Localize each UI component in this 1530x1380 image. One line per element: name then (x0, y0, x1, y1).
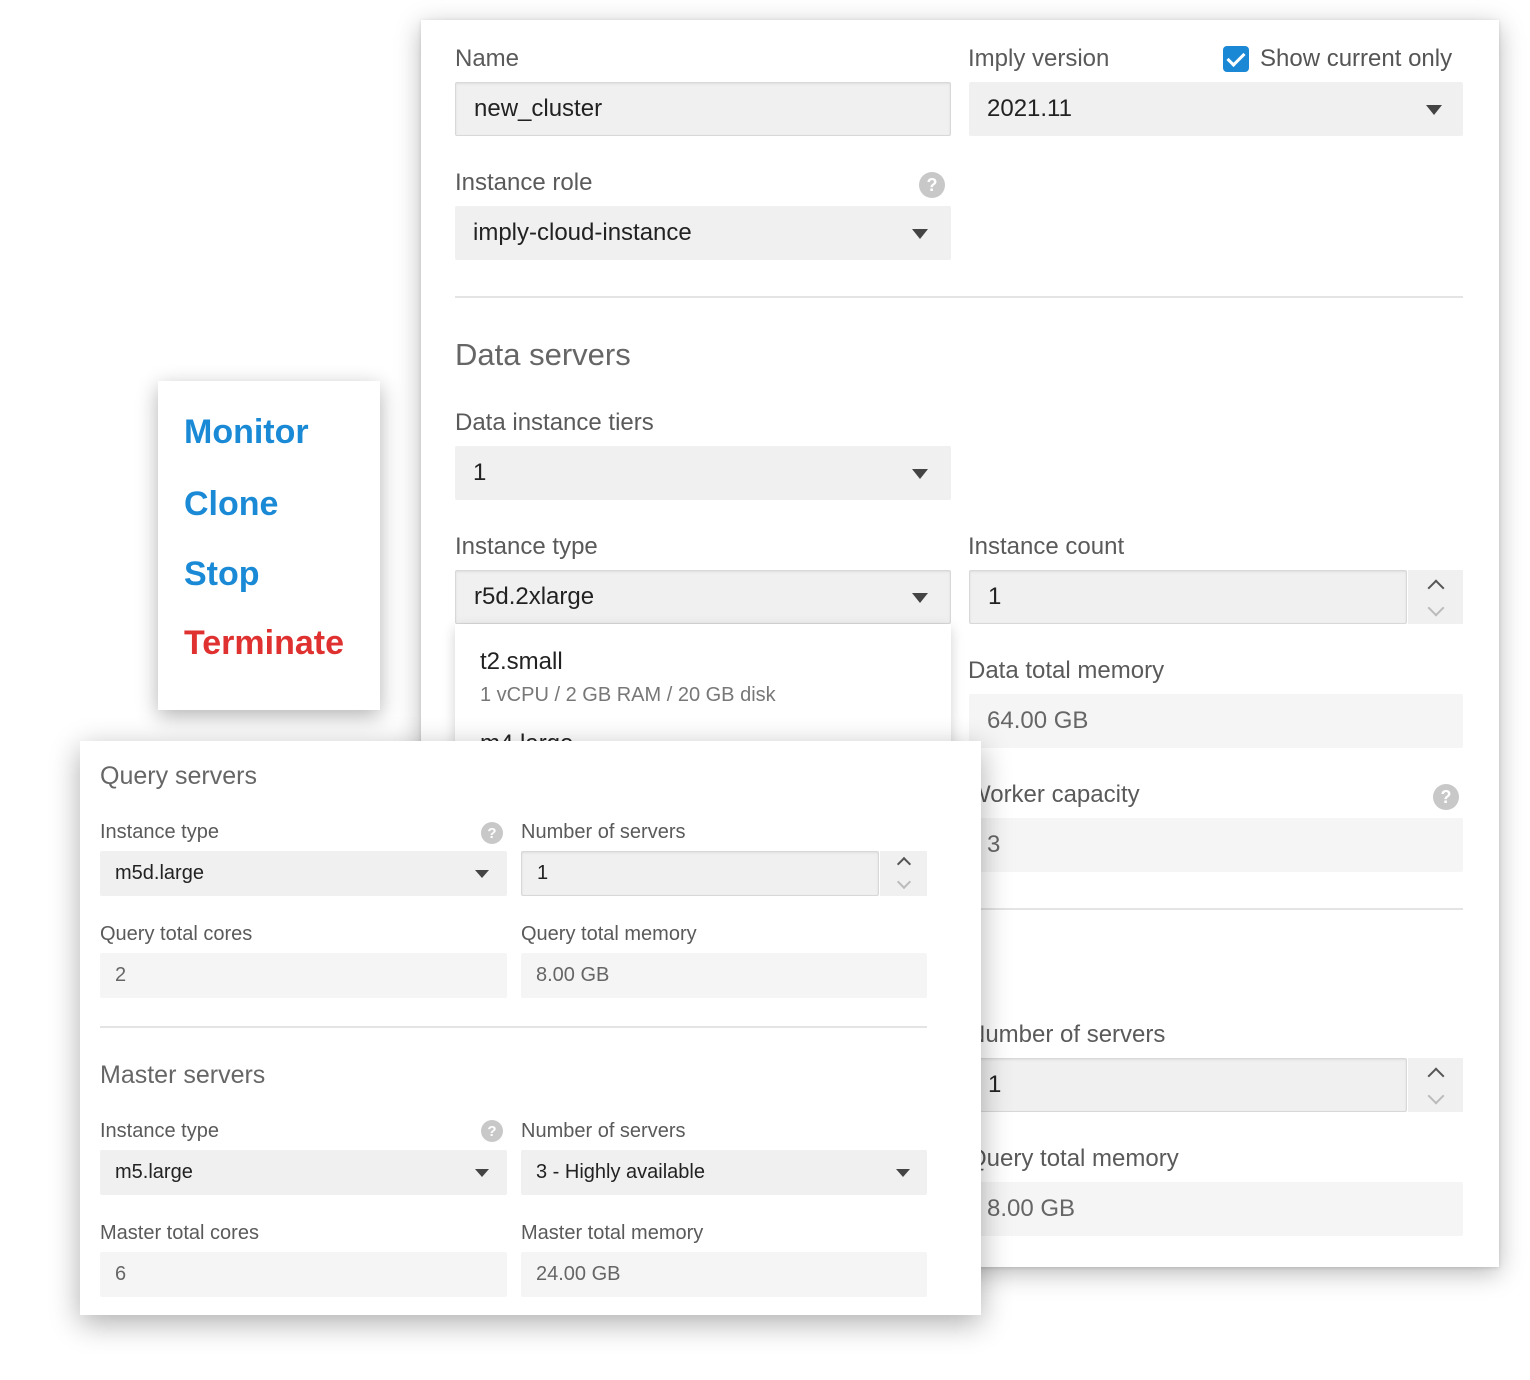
master-servers-label: Number of servers (521, 1120, 686, 1142)
data-tiers-value: 1 (473, 459, 487, 486)
help-icon[interactable]: ? (481, 1120, 503, 1142)
instance-type-dropdown: t2.small 1 vCPU / 2 GB RAM / 20 GB disk … (455, 624, 951, 749)
chevron-down-icon (475, 1169, 489, 1177)
instance-type-select[interactable]: r5d.2xlarge (455, 570, 951, 624)
imply-version-value: 2021.11 (987, 95, 1072, 122)
menu-item-terminate[interactable]: Terminate (184, 624, 344, 663)
instance-count-stepper[interactable] (1408, 570, 1463, 624)
number-servers-stepper[interactable] (1408, 1058, 1463, 1112)
instance-type-value: r5d.2xlarge (474, 583, 595, 610)
query-memory-label: Query total memory (521, 923, 697, 945)
name-label: Name (455, 45, 520, 72)
instance-role-value: imply-cloud-instance (473, 219, 692, 246)
server-config-panel: Query servers Instance type ? m5d.large … (80, 741, 981, 1315)
menu-item-monitor[interactable]: Monitor (184, 413, 309, 452)
query-cores-label: Query total cores (100, 923, 253, 945)
chevron-down-icon[interactable] (1427, 599, 1444, 617)
chevron-up-icon[interactable] (896, 856, 911, 872)
master-cores-value: 6 (100, 1252, 507, 1297)
query-instance-type-select[interactable]: m5d.large (100, 851, 507, 896)
query-servers-heading: Query servers (100, 762, 257, 790)
data-tiers-select[interactable]: 1 (455, 446, 951, 500)
master-instance-type-value: m5.large (115, 1161, 193, 1183)
worker-capacity-value: 3 (969, 818, 1463, 872)
chevron-down-icon (896, 1169, 910, 1177)
dropdown-option-desc: 1 vCPU / 2 GB RAM / 20 GB disk (480, 684, 776, 706)
name-input[interactable]: new_cluster (455, 82, 951, 136)
section-divider (969, 908, 1463, 910)
query-instance-type-value: m5d.large (115, 862, 204, 884)
master-cores-label: Master total cores (100, 1222, 259, 1244)
dropdown-option-name[interactable]: t2.small (480, 648, 563, 676)
master-servers-select[interactable]: 3 - Highly available (521, 1150, 927, 1195)
data-tiers-label: Data instance tiers (455, 409, 654, 436)
imply-version-label: Imply version (968, 45, 1110, 72)
help-icon[interactable]: ? (1433, 784, 1459, 810)
instance-count-label: Instance count (968, 533, 1125, 560)
worker-capacity-label: Worker capacity (968, 781, 1140, 808)
query-cores-value: 2 (100, 953, 507, 998)
master-memory-value: 24.00 GB (521, 1252, 927, 1297)
chevron-down-icon[interactable] (1427, 1087, 1444, 1105)
query-memory-label: Query total memory (968, 1145, 1179, 1172)
menu-item-clone[interactable]: Clone (184, 485, 278, 524)
query-servers-input[interactable]: 1 (521, 851, 879, 896)
query-instance-type-label: Instance type (100, 821, 219, 843)
imply-version-select[interactable]: 2021.11 (969, 82, 1463, 136)
data-memory-value: 64.00 GB (969, 694, 1463, 748)
query-memory-value: 8.00 GB (521, 953, 927, 998)
chevron-down-icon (1426, 105, 1442, 115)
chevron-down-icon[interactable] (896, 874, 911, 890)
show-current-checkbox[interactable] (1223, 46, 1249, 72)
number-servers-label: Number of servers (968, 1021, 1166, 1048)
master-instance-type-label: Instance type (100, 1120, 219, 1142)
cluster-actions-menu: Monitor Clone Stop Terminate (158, 381, 380, 710)
chevron-down-icon (912, 469, 928, 479)
instance-type-label: Instance type (455, 533, 598, 560)
master-servers-value: 3 - Highly available (536, 1161, 705, 1183)
query-servers-label: Number of servers (521, 821, 686, 843)
query-memory-value: 8.00 GB (969, 1182, 1463, 1236)
chevron-down-icon (475, 870, 489, 878)
master-memory-label: Master total memory (521, 1222, 704, 1244)
menu-item-stop[interactable]: Stop (184, 555, 260, 594)
instance-count-input[interactable]: 1 (969, 570, 1407, 624)
query-servers-stepper[interactable] (880, 851, 927, 896)
chevron-down-icon (912, 229, 928, 239)
chevron-up-icon[interactable] (1427, 579, 1444, 597)
help-icon[interactable]: ? (919, 172, 945, 198)
number-servers-input[interactable]: 1 (969, 1058, 1407, 1112)
show-current-label: Show current only (1260, 45, 1453, 72)
chevron-down-icon (912, 593, 928, 603)
master-instance-type-select[interactable]: m5.large (100, 1150, 507, 1195)
data-memory-label: Data total memory (968, 657, 1165, 684)
instance-role-select[interactable]: imply-cloud-instance (455, 206, 951, 260)
master-servers-heading: Master servers (100, 1061, 266, 1089)
section-divider (455, 296, 1463, 298)
instance-role-label: Instance role (455, 169, 593, 196)
help-icon[interactable]: ? (481, 822, 503, 844)
data-servers-heading: Data servers (455, 337, 631, 372)
chevron-up-icon[interactable] (1427, 1067, 1444, 1085)
section-divider (100, 1026, 927, 1028)
